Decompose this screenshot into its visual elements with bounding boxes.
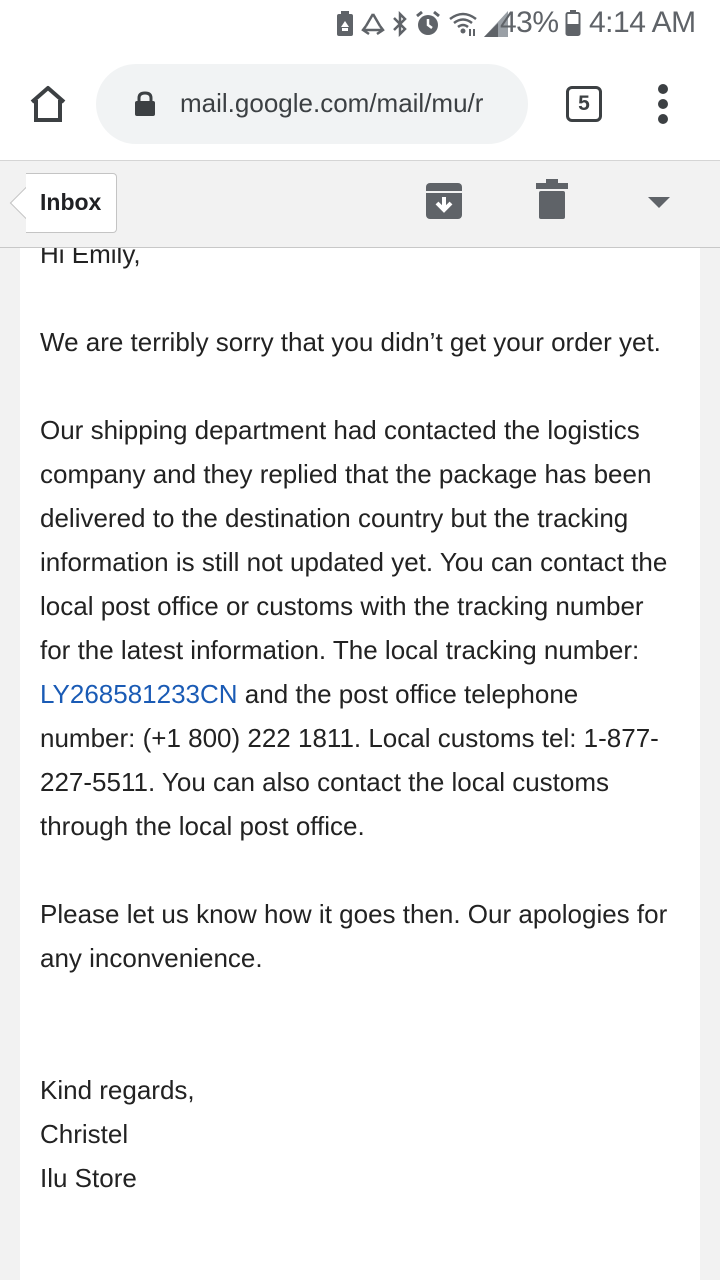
message-action-bar: Inbox bbox=[0, 160, 720, 248]
archive-icon[interactable] bbox=[424, 181, 464, 221]
recycle-alt-icon bbox=[361, 13, 385, 36]
home-icon[interactable] bbox=[24, 80, 72, 128]
wifi-icon bbox=[449, 12, 477, 36]
tracking-number-link[interactable]: LY268581233CN bbox=[40, 679, 238, 709]
bluetooth-icon bbox=[393, 11, 407, 37]
email-paragraph-2: Our shipping department had contacted th… bbox=[40, 408, 680, 848]
signature-store: Ilu Store bbox=[40, 1163, 137, 1193]
lock-icon bbox=[135, 91, 155, 116]
trash-icon[interactable] bbox=[536, 179, 568, 219]
tab-count: 5 bbox=[578, 92, 590, 115]
battery-icon bbox=[565, 10, 581, 36]
recycle-icon bbox=[337, 11, 353, 36]
clock: 4:14 AM bbox=[589, 6, 696, 39]
browser-toolbar: mail.google.com/mail/mu/r 5 bbox=[0, 48, 720, 160]
email-paragraph-1: We are terribly sorry that you didn’t ge… bbox=[40, 327, 661, 357]
tabs-icon[interactable]: 5 bbox=[566, 86, 602, 122]
status-bar: 43% 4:14 AM bbox=[0, 0, 720, 48]
email-closing: Kind regards, bbox=[40, 1075, 195, 1105]
email-body: Hi Emily, We are terribly sorry that you… bbox=[20, 248, 700, 1280]
battery-percent: 43% bbox=[500, 6, 559, 39]
email-greeting: Hi Emily, bbox=[40, 248, 141, 269]
inbox-label: Inbox bbox=[40, 189, 102, 215]
url-text[interactable]: mail.google.com/mail/mu/r bbox=[180, 88, 510, 119]
paragraph-2-text: Our shipping department had contacted th… bbox=[40, 415, 668, 665]
dropdown-arrow-icon[interactable] bbox=[648, 197, 670, 209]
alarm-icon bbox=[416, 10, 440, 35]
overflow-menu-icon[interactable] bbox=[652, 84, 676, 124]
signature-name: Christel bbox=[40, 1119, 129, 1149]
email-text: Hi Emily, We are terribly sorry that you… bbox=[40, 248, 680, 1200]
status-icons bbox=[336, 9, 508, 39]
email-paragraph-3: Please let us know how it goes then. Our… bbox=[40, 899, 668, 973]
